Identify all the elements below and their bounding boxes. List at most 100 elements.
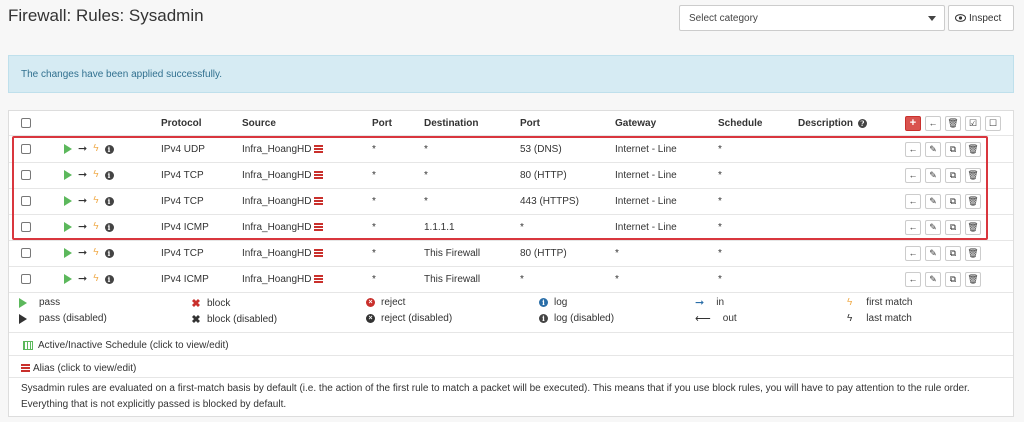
alias-list-icon[interactable]: [314, 275, 324, 283]
enable-selected-button[interactable]: ☑: [965, 116, 981, 131]
alias-list-icon[interactable]: [314, 249, 324, 257]
table-row: ➞ ϟ i IPv4 ICMP Infra_HoangHD * 1.1.1.1 …: [9, 215, 1013, 240]
header-description-label: Description: [798, 118, 854, 129]
alias-list-icon: [21, 364, 30, 372]
legend-out-label: out: [722, 313, 737, 324]
first-match-icon: ϟ: [93, 273, 99, 284]
gateway-cell: *: [615, 274, 619, 285]
row-checkbox[interactable]: [21, 248, 31, 258]
row-actions: ← ✎ ⧉ 🗑: [905, 194, 981, 209]
disable-selected-button[interactable]: ☐: [985, 116, 1001, 131]
log-icon[interactable]: i: [104, 222, 114, 232]
move-rule-button[interactable]: ←: [905, 220, 921, 235]
pass-icon[interactable]: [64, 222, 72, 232]
pass-icon[interactable]: [64, 248, 72, 258]
direction-out-icon: ⟵: [695, 312, 711, 325]
log-icon[interactable]: i: [104, 196, 114, 206]
move-rule-button[interactable]: ←: [905, 142, 921, 157]
log-icon[interactable]: i: [104, 170, 114, 180]
pass-icon: [19, 297, 27, 308]
move-rule-button[interactable]: ←: [905, 168, 921, 183]
first-match-icon: ϟ: [93, 169, 99, 180]
edit-rule-button[interactable]: ✎: [925, 168, 941, 183]
delete-rule-button[interactable]: 🗑: [965, 194, 981, 209]
rule-status-icons: ➞ ϟ i: [64, 169, 114, 181]
alias-list-icon[interactable]: [314, 197, 324, 205]
pass-icon[interactable]: [64, 144, 72, 154]
move-selected-button[interactable]: ←: [925, 116, 941, 131]
move-rule-button[interactable]: ←: [905, 246, 921, 261]
header-protocol: Protocol: [161, 118, 202, 129]
log-icon[interactable]: i: [104, 144, 114, 154]
dest-port-cell: 80 (HTTP): [520, 170, 567, 181]
inspect-button[interactable]: Inspect: [948, 5, 1014, 31]
select-all-checkbox[interactable]: [21, 118, 31, 128]
alias-list-icon[interactable]: [314, 171, 324, 179]
header-source: Source: [242, 118, 276, 129]
header-destination: Destination: [424, 118, 479, 129]
protocol-cell: IPv4 ICMP: [161, 222, 209, 233]
port-cell: *: [372, 144, 376, 155]
destination-cell: 1.1.1.1: [424, 222, 455, 233]
source-alias-link[interactable]: Infra_HoangHD: [242, 248, 311, 259]
edit-rule-button[interactable]: ✎: [925, 272, 941, 287]
delete-rule-button[interactable]: 🗑: [965, 272, 981, 287]
pass-icon[interactable]: [64, 196, 72, 206]
row-checkbox[interactable]: [21, 196, 31, 206]
gateway-cell: Internet - Line: [615, 170, 677, 181]
copy-rule-button[interactable]: ⧉: [945, 272, 961, 287]
table-row: ➞ ϟ i IPv4 TCP Infra_HoangHD * * 443 (HT…: [9, 189, 1013, 214]
legend-in: ➞ in: [695, 297, 724, 308]
direction-in-icon: ➞: [695, 296, 705, 309]
edit-rule-button[interactable]: ✎: [925, 194, 941, 209]
source-alias-link[interactable]: Infra_HoangHD: [242, 144, 311, 155]
delete-rule-button[interactable]: 🗑: [965, 246, 981, 261]
copy-rule-button[interactable]: ⧉: [945, 246, 961, 261]
log-icon[interactable]: i: [104, 274, 114, 284]
category-select[interactable]: Select category: [679, 5, 945, 31]
schedule-note: Active/Inactive Schedule (click to view/…: [9, 337, 1013, 353]
destination-cell: *: [424, 196, 428, 207]
row-checkbox[interactable]: [21, 144, 31, 154]
row-checkbox[interactable]: [21, 274, 31, 284]
copy-rule-button[interactable]: ⧉: [945, 194, 961, 209]
legend-pass: pass: [19, 297, 60, 308]
copy-rule-button[interactable]: ⧉: [945, 220, 961, 235]
log-icon[interactable]: i: [104, 248, 114, 258]
alias-list-icon[interactable]: [314, 223, 324, 231]
move-rule-button[interactable]: ←: [905, 272, 921, 287]
delete-rule-button[interactable]: 🗑: [965, 220, 981, 235]
category-select-placeholder: Select category: [689, 13, 758, 24]
table-row: ➞ ϟ i IPv4 TCP Infra_HoangHD * This Fire…: [9, 241, 1013, 266]
row-checkbox[interactable]: [21, 222, 31, 232]
move-rule-button[interactable]: ←: [905, 194, 921, 209]
add-rule-button[interactable]: +: [905, 116, 921, 131]
log-disabled-icon: i: [539, 314, 548, 323]
edit-rule-button[interactable]: ✎: [925, 142, 941, 157]
alias-list-icon[interactable]: [314, 145, 324, 153]
pass-icon[interactable]: [64, 170, 72, 180]
row-checkbox[interactable]: [21, 170, 31, 180]
legend: pass pass (disabled) ✖ block ✖ block (disa…: [9, 293, 1013, 333]
direction-in-icon: ➞: [78, 143, 88, 155]
source-alias-link[interactable]: Infra_HoangHD: [242, 274, 311, 285]
protocol-cell: IPv4 TCP: [161, 248, 204, 259]
pass-icon[interactable]: [64, 274, 72, 284]
rules-footnote: Sysadmin rules are evaluated on a first-…: [21, 383, 970, 410]
copy-rule-button[interactable]: ⧉: [945, 168, 961, 183]
edit-rule-button[interactable]: ✎: [925, 246, 941, 261]
source-alias-link[interactable]: Infra_HoangHD: [242, 222, 311, 233]
help-icon[interactable]: ?: [857, 119, 867, 128]
legend-pass-label: pass: [39, 297, 61, 308]
table-row: ➞ ϟ i IPv4 UDP Infra_HoangHD * * 53 (DNS…: [9, 137, 1013, 162]
copy-rule-button[interactable]: ⧉: [945, 142, 961, 157]
edit-rule-button[interactable]: ✎: [925, 220, 941, 235]
source-alias-link[interactable]: Infra_HoangHD: [242, 196, 311, 207]
delete-rule-button[interactable]: 🗑: [965, 168, 981, 183]
schedule-cell: *: [718, 170, 722, 181]
legend-log: i log: [539, 297, 567, 308]
legend-block-disabled-label: block (disabled): [207, 314, 278, 325]
delete-selected-button[interactable]: 🗑: [945, 116, 961, 131]
source-alias-link[interactable]: Infra_HoangHD: [242, 170, 311, 181]
delete-rule-button[interactable]: 🗑: [965, 142, 981, 157]
